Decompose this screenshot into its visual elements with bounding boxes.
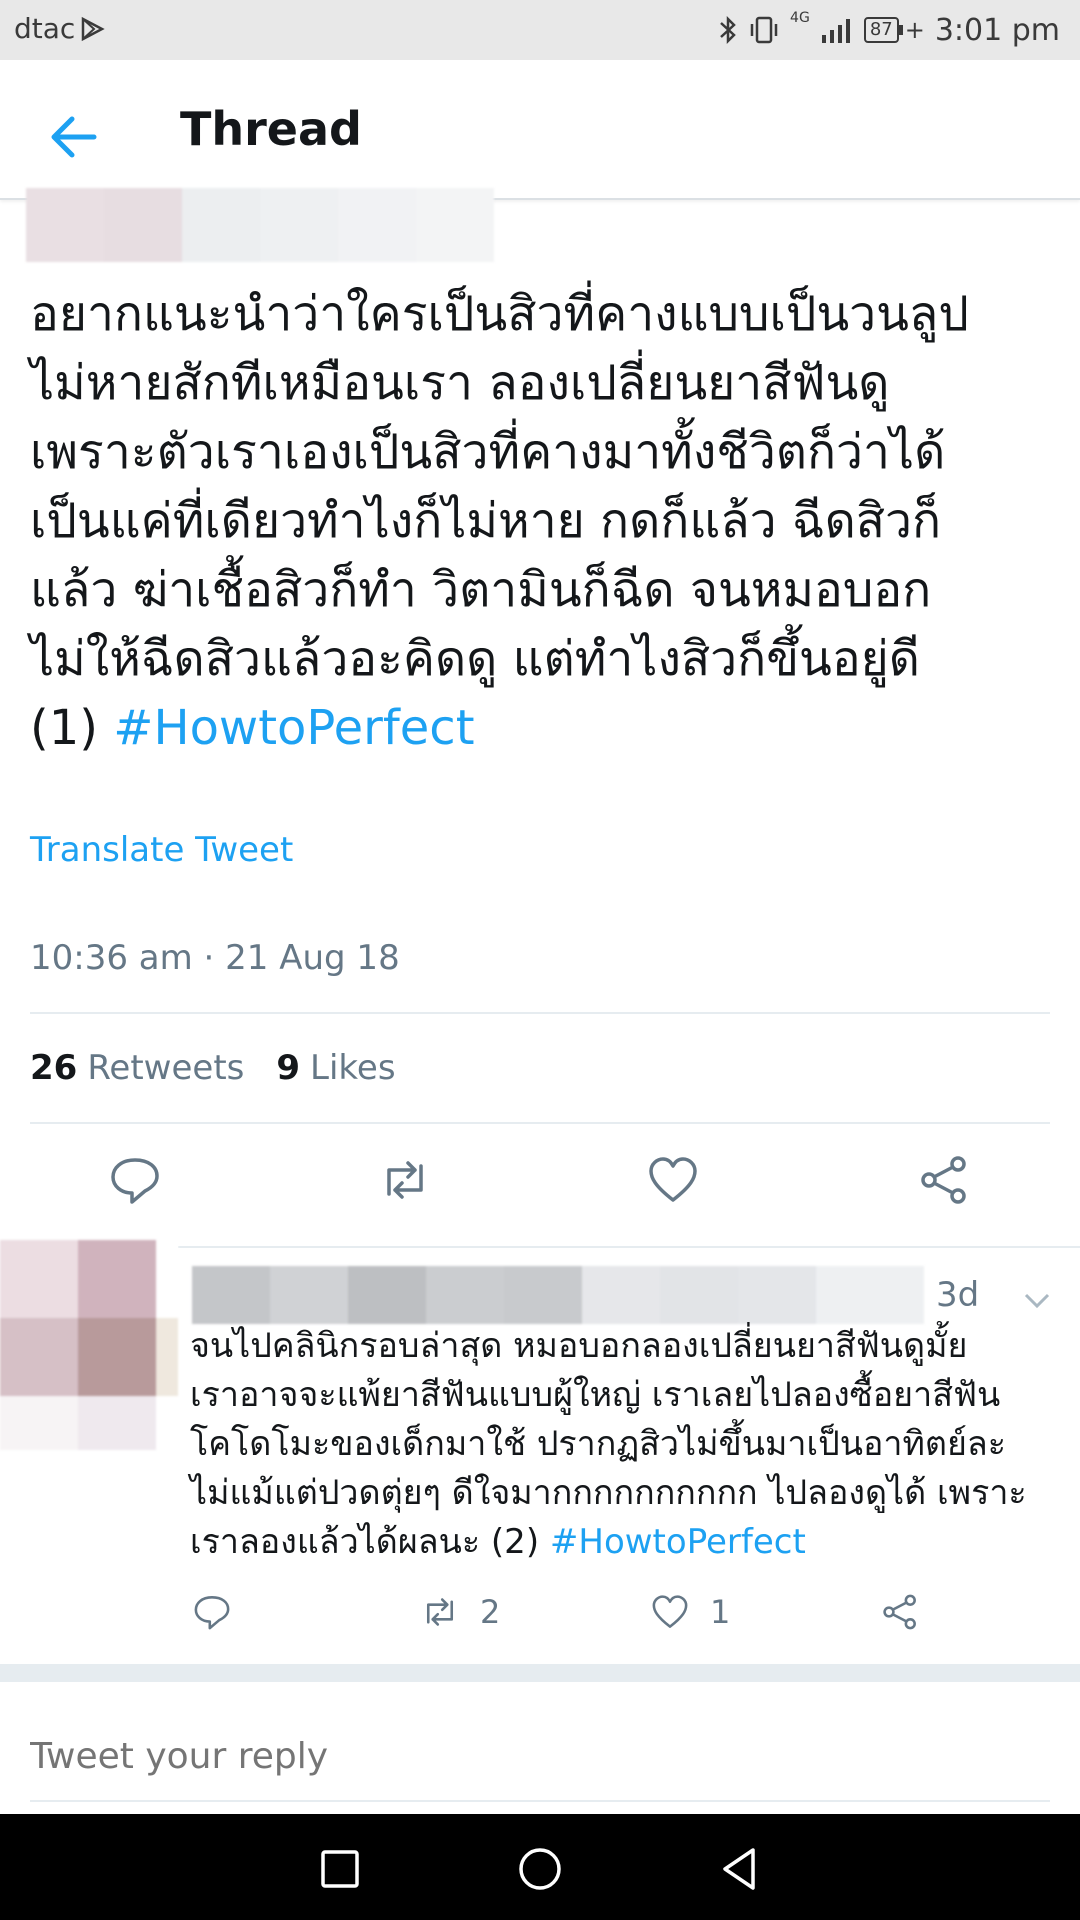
heart-icon[interactable]: [643, 1150, 703, 1210]
tweet-actions: [0, 1150, 1080, 1220]
tweet-text: อยากแนะนำว่าใครเป็นสิวที่คางแบบเป็นวนลูป…: [30, 280, 1060, 763]
network-type: 4G: [790, 10, 810, 26]
chevron-down-icon[interactable]: [1020, 1283, 1054, 1317]
share-icon: [883, 1594, 916, 1630]
top-app-bar: Thread: [0, 60, 1080, 200]
likes-count-link[interactable]: 9 Likes: [276, 1048, 395, 1088]
system-nav-bar: [0, 1814, 1080, 1920]
heart-icon: [652, 1595, 688, 1628]
battery-icon: 87 +: [863, 16, 925, 44]
recent-apps-icon[interactable]: [315, 1844, 365, 1894]
reply-age: 3d: [936, 1275, 980, 1315]
likes-count: 9: [276, 1048, 301, 1088]
reply-share-button[interactable]: [878, 1590, 922, 1634]
reply-retweet-count: 2: [480, 1593, 501, 1631]
divider: [30, 1012, 1050, 1014]
share-icon[interactable]: [914, 1150, 974, 1210]
tweet-timestamp: 10:36 am · 21 Aug 18: [30, 938, 400, 978]
reply-author-redacted: [192, 1266, 924, 1324]
engagement-counts: 26 Retweets 9 Likes: [30, 1048, 396, 1088]
vibrate-icon: [750, 16, 778, 44]
retweet-icon: [426, 1598, 454, 1626]
hashtag-link[interactable]: #HowtoPerfect: [550, 1522, 806, 1562]
input-underline: [30, 1800, 1050, 1802]
reply-like-button[interactable]: 1: [648, 1590, 730, 1634]
status-bar: dtac 4G 87 + 3:01 pm: [0, 0, 1080, 60]
likes-label: Likes: [310, 1048, 396, 1088]
back-triangle-icon[interactable]: [715, 1844, 765, 1894]
reply-icon: [194, 1596, 230, 1630]
author-name-redacted: [26, 188, 494, 262]
bluetooth-icon: [720, 15, 736, 45]
reply-icon[interactable]: [105, 1150, 165, 1210]
section-separator: [0, 1664, 1080, 1682]
reply-actions: 2 1: [0, 1590, 1080, 1640]
reply-like-count: 1: [710, 1593, 731, 1631]
retweets-label: Retweets: [87, 1048, 245, 1088]
play-store-icon: [81, 16, 105, 42]
divider: [178, 1246, 1080, 1248]
home-icon[interactable]: [515, 1844, 565, 1894]
tweet-body: อยากแนะนำว่าใครเป็นสิวที่คางแบบเป็นวนลูป…: [30, 286, 969, 756]
hashtag-link[interactable]: #HowtoPerfect: [113, 700, 474, 756]
retweets-count: 26: [30, 1048, 78, 1088]
clock: 3:01 pm: [934, 12, 1060, 48]
page-title: Thread: [180, 102, 362, 156]
battery-level: 87: [863, 17, 899, 43]
reply-avatar[interactable]: [0, 1240, 178, 1450]
arrow-left-icon[interactable]: [40, 102, 110, 172]
retweets-count-link[interactable]: 26 Retweets: [30, 1048, 244, 1088]
divider: [30, 1122, 1050, 1124]
signal-icon: [821, 19, 850, 43]
reply-input[interactable]: [30, 1736, 1050, 1777]
translate-tweet-link[interactable]: Translate Tweet: [30, 830, 293, 870]
reply-text: จนไปคลินิกรอบล่าสุด หมอบอกลองเปลี่ยนยาสี…: [190, 1322, 1070, 1567]
retweet-icon[interactable]: [375, 1150, 435, 1210]
carrier-name: dtac: [14, 12, 76, 45]
reply-reply-button[interactable]: [190, 1590, 234, 1634]
reply-retweet-button[interactable]: 2: [418, 1590, 500, 1634]
